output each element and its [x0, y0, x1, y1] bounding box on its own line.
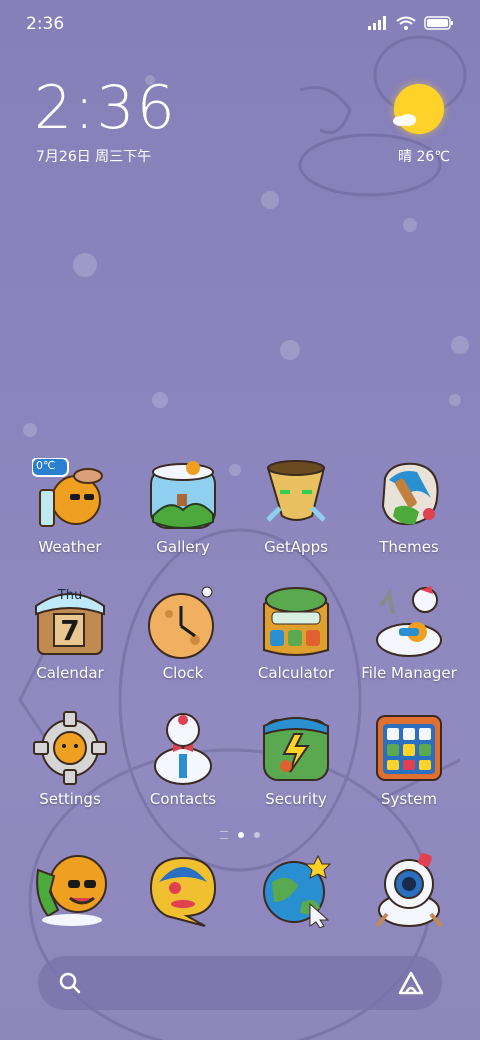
- app-gallery[interactable]: Gallery: [127, 458, 239, 556]
- camera-icon: [371, 852, 447, 928]
- app-contacts[interactable]: Contacts: [127, 710, 239, 808]
- app-label: File Manager: [361, 664, 457, 682]
- page-dot: [254, 832, 260, 838]
- app-getapps[interactable]: GetApps: [240, 458, 352, 556]
- dock: [0, 852, 480, 952]
- app-security[interactable]: Security: [240, 710, 352, 808]
- dock-messages[interactable]: [127, 852, 239, 928]
- calendar-day: Thu: [57, 588, 83, 603]
- file-manager-icon: [371, 584, 447, 660]
- app-label: Security: [265, 790, 327, 808]
- battery-icon: [424, 16, 453, 30]
- app-label: System: [381, 790, 437, 808]
- contacts-icon: [145, 710, 221, 786]
- app-settings[interactable]: Settings: [14, 710, 126, 808]
- dock-browser[interactable]: [240, 852, 352, 929]
- app-calculator[interactable]: Calculator: [240, 584, 352, 682]
- security-icon: [258, 710, 334, 786]
- app-file-manager[interactable]: File Manager: [353, 584, 465, 682]
- app-label: Settings: [39, 790, 101, 808]
- clock-widget-time[interactable]: 2:36: [34, 78, 177, 138]
- app-calendar[interactable]: Thu 7 Calendar: [14, 584, 126, 682]
- app-label: Calendar: [36, 664, 104, 682]
- app-clock[interactable]: Clock: [127, 584, 239, 682]
- phone-icon: [32, 852, 108, 928]
- app-label: GetApps: [264, 538, 328, 556]
- app-label: Weather: [38, 538, 102, 556]
- page-dot-active: [238, 832, 244, 838]
- weather-widget[interactable]: 晴 26℃: [370, 84, 450, 165]
- menu-lines-icon: [220, 831, 228, 839]
- themes-icon: [371, 458, 447, 534]
- system-icon: [371, 710, 447, 786]
- cloud-icon: [393, 114, 416, 126]
- calendar-icon: Thu 7: [32, 584, 108, 660]
- app-label: Gallery: [156, 538, 210, 556]
- app-label: Calculator: [257, 664, 335, 682]
- sun-icon: [394, 84, 444, 134]
- weather-widget-text: 晴 26℃: [398, 149, 450, 165]
- app-label: Themes: [379, 538, 439, 556]
- app-label: Clock: [162, 664, 204, 682]
- dock-camera[interactable]: [353, 852, 465, 928]
- weather-icon: 0℃: [31, 457, 108, 534]
- calculator-icon: [258, 584, 334, 660]
- wifi-icon: [396, 16, 416, 30]
- assistant-icon[interactable]: [398, 971, 424, 995]
- dock-phone[interactable]: [14, 852, 126, 928]
- app-weather[interactable]: 0℃ Weather: [14, 457, 126, 556]
- search-icon: [59, 972, 81, 994]
- signal-icon: [368, 16, 386, 30]
- settings-icon: [32, 710, 108, 786]
- calendar-date: 7: [60, 614, 80, 647]
- app-system[interactable]: System: [353, 710, 465, 808]
- clock-widget-date[interactable]: 7月26日 周三下午: [36, 146, 151, 166]
- messages-icon: [145, 852, 221, 928]
- status-icons: [368, 16, 454, 30]
- browser-icon: [258, 852, 334, 929]
- app-label: Contacts: [149, 790, 217, 808]
- getapps-icon: [258, 458, 334, 534]
- search-bar[interactable]: [38, 956, 442, 1010]
- status-time: 2:36: [26, 14, 65, 34]
- weather-temp-badge: 0℃: [36, 459, 56, 472]
- page-indicator[interactable]: [200, 830, 280, 840]
- status-bar: 2:36: [0, 0, 480, 48]
- gallery-icon: [145, 458, 221, 534]
- app-themes[interactable]: Themes: [353, 458, 465, 556]
- clock-icon: [145, 584, 221, 660]
